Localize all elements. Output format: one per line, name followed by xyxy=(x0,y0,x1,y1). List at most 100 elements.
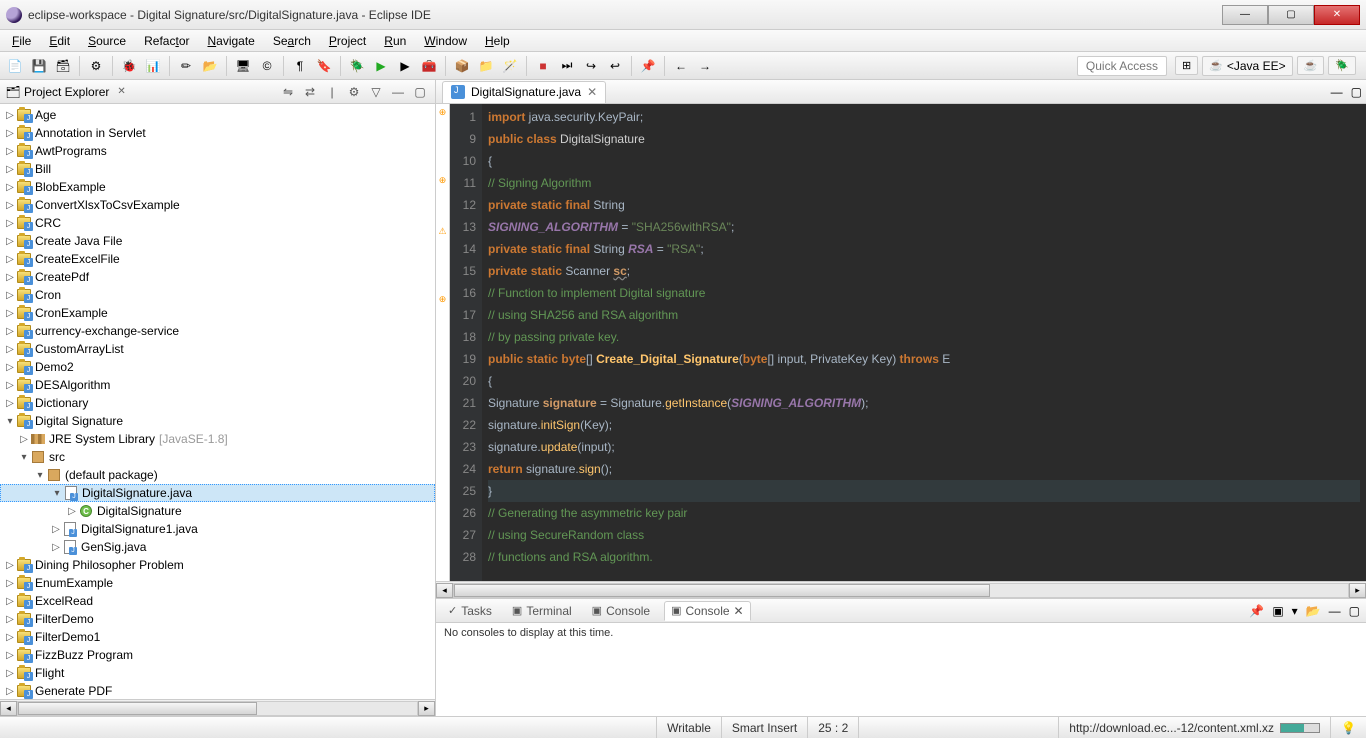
minimize-button[interactable]: — xyxy=(1222,5,1268,25)
build-button[interactable]: ⚙ xyxy=(85,55,107,77)
close-button[interactable]: ✕ xyxy=(1314,5,1360,25)
debug-last-button[interactable]: 🐞 xyxy=(118,55,140,77)
gensig-java[interactable]: ▷GenSig.java xyxy=(0,538,435,556)
project-genpdf[interactable]: ▷Generate PDF xyxy=(0,682,435,699)
warning-marker-icon[interactable]: ⚠ xyxy=(436,223,449,240)
project-des[interactable]: ▷DESAlgorithm xyxy=(0,376,435,394)
menu-file[interactable]: File xyxy=(4,32,39,50)
open-type-button[interactable]: 📂 xyxy=(199,55,221,77)
tab-terminal[interactable]: ▣ Terminal xyxy=(506,602,578,620)
project-awt[interactable]: ▷AwtPrograms xyxy=(0,142,435,160)
menu-run[interactable]: Run xyxy=(376,32,414,50)
project-crc[interactable]: ▷CRC xyxy=(0,214,435,232)
menu-window[interactable]: Window xyxy=(416,32,475,50)
project-filter1[interactable]: ▷FilterDemo1 xyxy=(0,628,435,646)
project-age[interactable]: ▷Age xyxy=(0,106,435,124)
minimize-pane-icon[interactable]: — xyxy=(389,83,407,101)
maximize-pane-icon[interactable]: ▢ xyxy=(411,83,429,101)
scroll-track[interactable] xyxy=(453,583,1349,598)
menu-search[interactable]: Search xyxy=(265,32,319,50)
open-button[interactable]: 📁 xyxy=(475,55,497,77)
open-perspective-button[interactable]: ⊞ xyxy=(1175,56,1198,75)
project-digital-signature[interactable]: ▾Digital Signature xyxy=(0,412,435,430)
fold-marker-icon[interactable]: ⊕ xyxy=(436,291,449,308)
editor-maximize-icon[interactable]: ▢ xyxy=(1347,85,1366,99)
menu-edit[interactable]: Edit xyxy=(41,32,78,50)
project-flight[interactable]: ▷Flight xyxy=(0,664,435,682)
editor-hscroll[interactable]: ◂ ▸ xyxy=(436,581,1366,598)
tab-close-icon[interactable]: ✕ xyxy=(734,604,744,618)
back-button[interactable]: ← xyxy=(670,55,692,77)
console-pin-icon[interactable]: 📌 xyxy=(1249,604,1264,618)
digitalsignature-class[interactable]: ▷CDigitalSignature xyxy=(0,502,435,520)
project-enum[interactable]: ▷EnumExample xyxy=(0,574,435,592)
view-menu-icon[interactable]: ▽ xyxy=(367,83,385,101)
scroll-right-icon[interactable]: ▸ xyxy=(1349,583,1366,598)
coverage-button[interactable]: 📊 xyxy=(142,55,164,77)
project-convert[interactable]: ▷ConvertXlsxToCsvExample xyxy=(0,196,435,214)
run-button[interactable]: ▶ xyxy=(370,55,392,77)
step-button[interactable]: ↪ xyxy=(580,55,602,77)
project-createjava[interactable]: ▷Create Java File xyxy=(0,232,435,250)
wand-button[interactable]: 🪄 xyxy=(499,55,521,77)
console-open-icon[interactable]: 📂 xyxy=(1306,604,1321,618)
new-package-button[interactable]: 📦 xyxy=(451,55,473,77)
tab-close-icon[interactable]: ✕ xyxy=(587,85,597,99)
project-annotation[interactable]: ▷Annotation in Servlet xyxy=(0,124,435,142)
fold-marker-icon[interactable]: ⊕ xyxy=(436,104,449,121)
scroll-right-icon[interactable]: ▸ xyxy=(418,701,435,716)
tab-tasks[interactable]: ✓ Tasks xyxy=(442,602,498,620)
quick-access[interactable]: Quick Access xyxy=(1077,56,1167,76)
editor-body[interactable]: ⊕ ⊕ ⚠ ⊕ 19101112131415161718192021222324… xyxy=(436,104,1366,581)
project-cron[interactable]: ▷Cron xyxy=(0,286,435,304)
edit-button[interactable]: ✏ xyxy=(175,55,197,77)
project-demo2[interactable]: ▷Demo2 xyxy=(0,358,435,376)
tab-console-2[interactable]: ▣ Console ✕ xyxy=(664,601,751,621)
scroll-left-icon[interactable]: ◂ xyxy=(436,583,453,598)
project-pdf[interactable]: ▷CreatePdf xyxy=(0,268,435,286)
jre-library[interactable]: ▷JRE System Library[JavaSE-1.8] xyxy=(0,430,435,448)
tab-console-1[interactable]: ▣ Console xyxy=(586,602,656,620)
scroll-thumb[interactable] xyxy=(454,584,990,597)
scroll-left-icon[interactable]: ◂ xyxy=(0,701,17,716)
default-package[interactable]: ▾(default package) xyxy=(0,466,435,484)
project-dict[interactable]: ▷Dictionary xyxy=(0,394,435,412)
menu-refactor[interactable]: Refactor xyxy=(136,32,197,50)
new-server-button[interactable]: 🖥 xyxy=(232,55,254,77)
project-blob[interactable]: ▷BlobExample xyxy=(0,178,435,196)
save-all-button[interactable]: 🗃 xyxy=(52,55,74,77)
menu-help[interactable]: Help xyxy=(477,32,518,50)
stop-button[interactable]: ■ xyxy=(532,55,554,77)
run-config-button[interactable]: 🧰 xyxy=(418,55,440,77)
new-class-button[interactable]: © xyxy=(256,55,278,77)
forward-button[interactable]: → xyxy=(694,55,716,77)
console-dropdown-icon[interactable]: ▾ xyxy=(1292,604,1298,618)
console-minimize-icon[interactable]: — xyxy=(1329,604,1341,618)
menu-navigate[interactable]: Navigate xyxy=(199,32,262,50)
project-dining[interactable]: ▷Dining Philosopher Problem xyxy=(0,556,435,574)
menu-source[interactable]: Source xyxy=(80,32,134,50)
project-excelread[interactable]: ▷ExcelRead xyxy=(0,592,435,610)
link-editor-icon[interactable]: ⇄ xyxy=(301,83,319,101)
project-currency[interactable]: ▷currency-exchange-service xyxy=(0,322,435,340)
debug-button[interactable]: 🪲 xyxy=(346,55,368,77)
console-display-icon[interactable]: ▣ xyxy=(1272,604,1283,618)
maximize-button[interactable]: ▢ xyxy=(1268,5,1314,25)
fold-marker-icon[interactable]: ⊕ xyxy=(436,172,449,189)
project-tree[interactable]: ▷Age ▷Annotation in Servlet ▷AwtPrograms… xyxy=(0,104,435,699)
mark-button[interactable]: 🔖 xyxy=(313,55,335,77)
explorer-close-icon[interactable]: ✕ xyxy=(117,86,125,97)
javaee-perspective[interactable]: ☕ <Java EE> xyxy=(1202,56,1292,76)
new-button[interactable]: 📄 xyxy=(4,55,26,77)
debug-perspective[interactable]: 🪲 xyxy=(1328,56,1356,75)
pin-button[interactable]: 📌 xyxy=(637,55,659,77)
explorer-scrollbar[interactable]: ◂ ▸ xyxy=(0,699,435,716)
menu-project[interactable]: Project xyxy=(321,32,374,50)
project-excel[interactable]: ▷CreateExcelFile xyxy=(0,250,435,268)
status-tip-icon[interactable]: 💡 xyxy=(1330,717,1366,738)
editor-minimize-icon[interactable]: — xyxy=(1327,85,1347,99)
project-bill[interactable]: ▷Bill xyxy=(0,160,435,178)
run-external-button[interactable]: ▶ xyxy=(394,55,416,77)
save-button[interactable]: 💾 xyxy=(28,55,50,77)
project-customarr[interactable]: ▷CustomArrayList xyxy=(0,340,435,358)
